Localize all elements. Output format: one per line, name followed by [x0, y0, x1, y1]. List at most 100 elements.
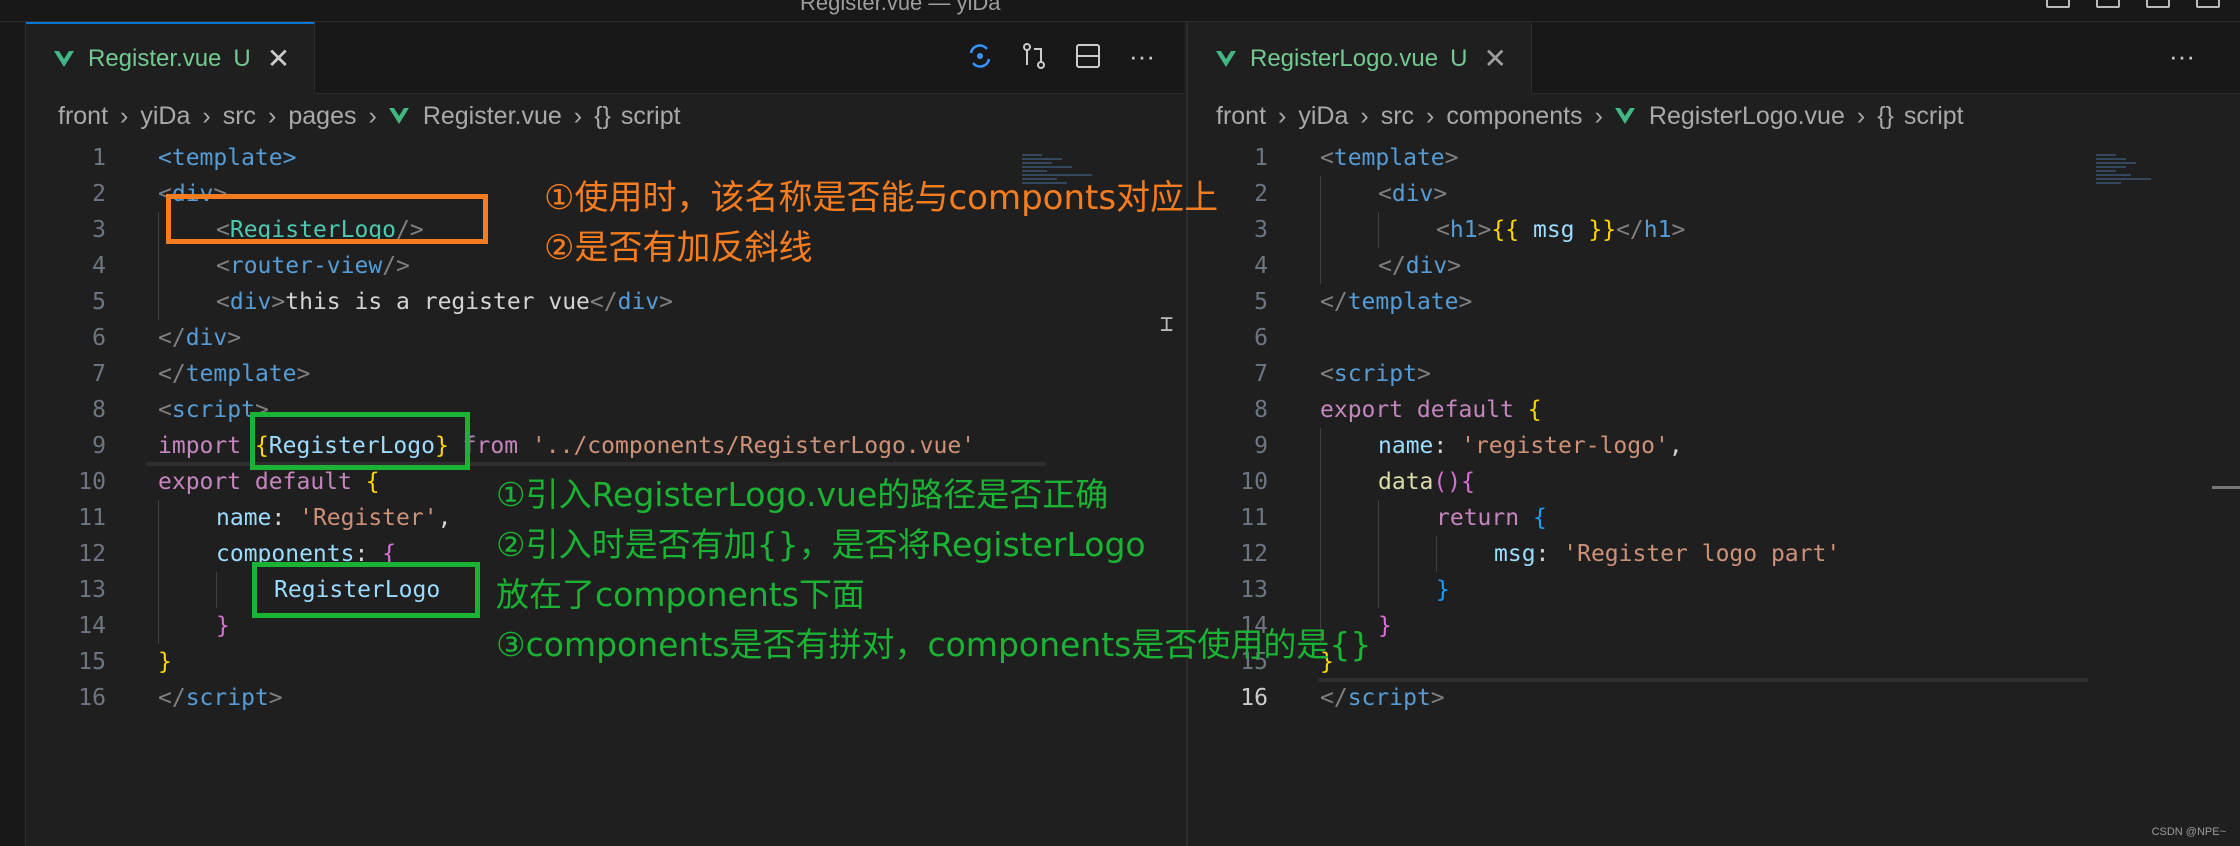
- line-number: 10: [78, 469, 106, 495]
- annotation-green-3: 放在了components下面: [496, 575, 865, 614]
- code-line[interactable]: 10 data(){: [1188, 464, 2240, 500]
- line-number: 8: [92, 397, 106, 423]
- code-token: {: [365, 469, 380, 495]
- line-number: 14: [78, 613, 106, 639]
- indent-guide: [1320, 500, 1321, 536]
- code-line[interactable]: 13}: [1188, 572, 2240, 608]
- code-token: :: [271, 505, 300, 531]
- code-token: 'Register': [299, 505, 438, 531]
- split-editor-icon[interactable]: [1072, 40, 1104, 72]
- minimap-right[interactable]: [2096, 152, 2168, 232]
- more-actions-icon[interactable]: ···: [1126, 40, 1158, 72]
- breadcrumb-item[interactable]: script: [1904, 102, 1964, 131]
- code-line[interactable]: 5 <div>this is a register vue</div>: [26, 284, 1184, 320]
- code-token: <: [1320, 145, 1334, 171]
- line-number: 16: [1240, 685, 1268, 711]
- code-token: {{: [1491, 217, 1533, 243]
- indent-guide: [1320, 248, 1321, 284]
- breadcrumb-item[interactable]: src: [223, 102, 256, 131]
- code-token: >: [271, 289, 286, 315]
- code-text: </div>: [158, 320, 241, 356]
- close-icon[interactable]: ✕: [1483, 45, 1506, 73]
- line-number: 12: [1240, 541, 1268, 567]
- tab-filename: Register.vue: [88, 45, 222, 72]
- open-changes-icon[interactable]: [964, 40, 996, 72]
- code-text: export default {: [1320, 392, 1542, 428]
- code-token: >: [1671, 217, 1686, 243]
- code-line[interactable]: 3 <h1>{{ msg }}</h1>: [1188, 212, 2240, 248]
- code-line[interactable]: 7 <script>: [1188, 356, 2240, 392]
- line-number: 3: [92, 217, 106, 243]
- line-number: 9: [1254, 433, 1268, 459]
- code-token: </: [158, 361, 186, 387]
- code-token: '../components/RegisterLogo.vue': [531, 433, 976, 459]
- code-line[interactable]: 16 </script>: [26, 680, 1184, 716]
- breadcrumb-item[interactable]: pages: [288, 102, 356, 131]
- code-token: <: [1378, 181, 1392, 207]
- breadcrumb-item[interactable]: components: [1446, 102, 1582, 131]
- code-token: :: [1535, 541, 1564, 567]
- close-icon[interactable]: ✕: [267, 45, 290, 73]
- annotation-box-component-usage: [166, 194, 488, 244]
- code-token: }: [216, 613, 230, 639]
- code-token: script: [185, 685, 269, 711]
- code-line[interactable]: 2 <div>: [1188, 176, 2240, 212]
- breadcrumb-item[interactable]: src: [1381, 102, 1414, 131]
- code-token: msg: [1494, 541, 1536, 567]
- chevron-right-icon: ›: [268, 101, 277, 130]
- code-line[interactable]: 7 </template>: [26, 356, 1184, 392]
- code-line[interactable]: 9 import {RegisterLogo} from '../componen…: [26, 428, 1184, 464]
- line-number: 1: [92, 145, 106, 171]
- untracked-badge: U: [233, 45, 251, 72]
- indent-guide: [1320, 428, 1321, 464]
- code-line[interactable]: 4 </div>: [1188, 248, 2240, 284]
- indent-guide: [216, 572, 217, 608]
- toggle-sidebar-icon[interactable]: [2046, 0, 2070, 8]
- code-token: </: [158, 685, 186, 711]
- breadcrumb-item[interactable]: front: [58, 102, 108, 131]
- code-text: name: 'Register',: [216, 500, 451, 536]
- code-token: <: [1320, 361, 1334, 387]
- line-number: 8: [1254, 397, 1268, 423]
- code-line[interactable]: 9 name: 'register-logo',: [1188, 428, 2240, 464]
- indent-guide: [1378, 572, 1379, 608]
- tab-register-vue[interactable]: Register.vue U ✕: [26, 22, 316, 94]
- breadcrumb-item[interactable]: front: [1216, 102, 1266, 131]
- code-line[interactable]: 8 export default {: [1188, 392, 2240, 428]
- code-token: </: [589, 289, 618, 315]
- tab-registerlogo-vue[interactable]: RegisterLogo.vue U ✕: [1188, 22, 1532, 94]
- code-line[interactable]: 16 </script>: [1188, 680, 2240, 716]
- breadcrumb-item[interactable]: yiDa: [1298, 102, 1348, 131]
- code-text: </div>: [1378, 248, 1461, 284]
- more-actions-icon[interactable]: ···: [2166, 40, 2198, 72]
- indent-guide: [1320, 536, 1321, 572]
- annotation-orange-2: ②是否有加反斜线: [544, 228, 813, 268]
- code-line[interactable]: 6 </div>: [26, 320, 1184, 356]
- annotation-box-import: [250, 412, 470, 470]
- code-token: div: [617, 289, 660, 315]
- toggle-secondary-sidebar-icon[interactable]: [2146, 0, 2170, 8]
- breadcrumb-item[interactable]: Register.vue: [423, 102, 562, 131]
- breadcrumb-item[interactable]: script: [621, 102, 681, 131]
- code-line[interactable]: 8 <script>: [26, 392, 1184, 428]
- code-line[interactable]: 6: [1188, 320, 2240, 356]
- toggle-panel-icon[interactable]: [2096, 0, 2120, 8]
- code-line[interactable]: 1 <template>: [1188, 140, 2240, 176]
- code-line[interactable]: 11 return {: [1188, 500, 2240, 536]
- customize-layout-icon[interactable]: [2196, 0, 2220, 8]
- code-token: </: [1320, 289, 1348, 315]
- indent-guide: [1436, 536, 1437, 572]
- code-token: h1: [1643, 217, 1672, 243]
- code-token: >: [227, 325, 242, 351]
- code-line[interactable]: 5 </template>: [1188, 284, 2240, 320]
- indent-guide: [158, 284, 159, 320]
- code-token: script: [1333, 361, 1417, 387]
- compare-icon[interactable]: [1018, 40, 1050, 72]
- code-line[interactable]: 12 msg: 'Register logo part': [1188, 536, 2240, 572]
- chevron-right-icon: ›: [573, 101, 583, 130]
- breadcrumb-item[interactable]: RegisterLogo.vue: [1649, 102, 1845, 131]
- indent-guide: [1320, 212, 1321, 248]
- breadcrumb-item[interactable]: yiDa: [140, 102, 190, 131]
- code-token: {: [1461, 469, 1475, 495]
- code-token: >: [659, 289, 674, 315]
